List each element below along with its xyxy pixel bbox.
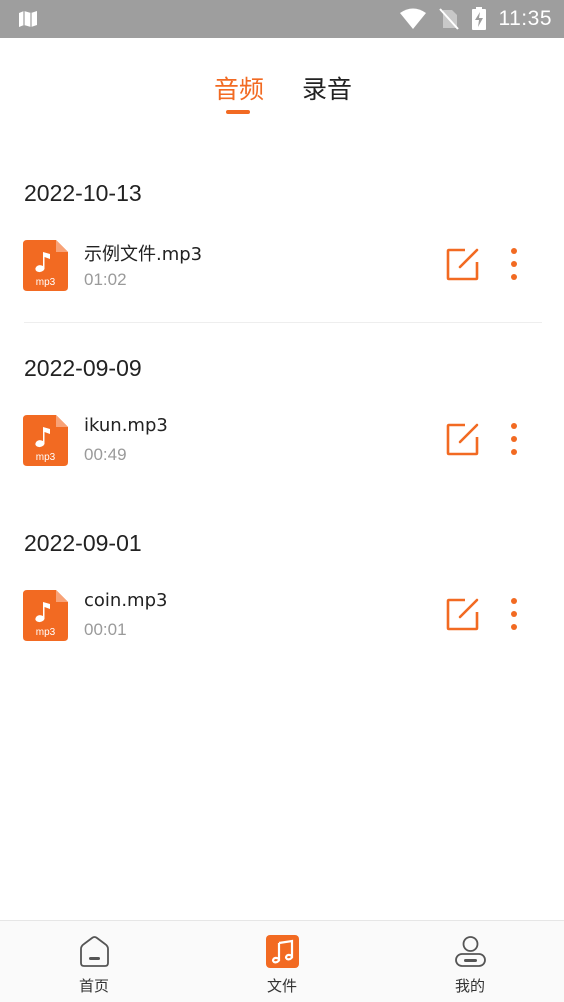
- status-time: 11:35: [498, 7, 552, 30]
- date-group: 2022-09-09 mp3 ikun.mp3 00:49: [0, 305, 564, 480]
- list-item[interactable]: mp3 ikun.mp3 00:49: [0, 405, 564, 475]
- tab-audio[interactable]: 音频: [214, 70, 264, 106]
- nav-home[interactable]: 首页: [44, 921, 144, 1002]
- audio-file-icon: mp3: [23, 590, 68, 641]
- battery-charging-icon: [471, 7, 486, 30]
- file-type-label: mp3: [36, 277, 56, 288]
- file-name: ikun.mp3: [84, 415, 168, 436]
- nav-label: 文件: [266, 977, 297, 995]
- date-group: 2022-09-01 mp3 coin.mp3 00:01: [0, 480, 564, 655]
- tab-bar: 音频 录音: [0, 66, 564, 122]
- file-duration: 00:01: [84, 620, 127, 639]
- map-icon: [19, 11, 37, 27]
- file-name: 示例文件.mp3: [84, 244, 203, 265]
- nav-label: 首页: [78, 977, 109, 995]
- date-group: 2022-10-13 mp3 示例文件.mp3 01:02: [0, 130, 564, 323]
- wifi-icon: [399, 8, 426, 29]
- edit-icon[interactable]: [446, 422, 480, 456]
- file-type-label: mp3: [36, 627, 56, 638]
- group-date: 2022-10-13: [24, 180, 142, 206]
- no-sim-icon: [438, 8, 459, 30]
- nav-label: 我的: [454, 977, 485, 995]
- audio-file-icon: mp3: [23, 240, 68, 291]
- edit-icon[interactable]: [446, 597, 480, 631]
- group-date: 2022-09-09: [24, 355, 142, 381]
- file-type-label: mp3: [36, 452, 56, 463]
- list-item[interactable]: mp3 示例文件.mp3 01:02: [0, 230, 564, 300]
- nav-files[interactable]: 文件: [232, 921, 332, 1002]
- file-name: coin.mp3: [84, 590, 168, 611]
- group-date: 2022-09-01: [24, 530, 142, 556]
- nav-mine[interactable]: 我的: [420, 921, 520, 1002]
- list-item[interactable]: mp3 coin.mp3 00:01: [0, 580, 564, 650]
- edit-icon[interactable]: [446, 247, 480, 281]
- music-file-icon: [266, 935, 299, 968]
- file-duration: 00:49: [84, 445, 127, 464]
- more-vertical-icon[interactable]: [502, 246, 526, 282]
- home-icon: [80, 936, 109, 967]
- more-vertical-icon[interactable]: [502, 421, 526, 457]
- audio-file-icon: mp3: [23, 415, 68, 466]
- status-icons: 11:35: [399, 0, 553, 38]
- user-icon: [455, 936, 486, 967]
- more-vertical-icon[interactable]: [502, 596, 526, 632]
- bottom-nav: 首页 文件 我的: [0, 920, 564, 1002]
- tab-active-indicator: [226, 110, 250, 114]
- file-duration: 01:02: [84, 270, 127, 289]
- status-bar: 11:35: [0, 0, 564, 38]
- file-list: 2022-10-13 mp3 示例文件.mp3 01:02 2022-09-09…: [0, 130, 564, 655]
- tab-recording[interactable]: 录音: [302, 70, 352, 106]
